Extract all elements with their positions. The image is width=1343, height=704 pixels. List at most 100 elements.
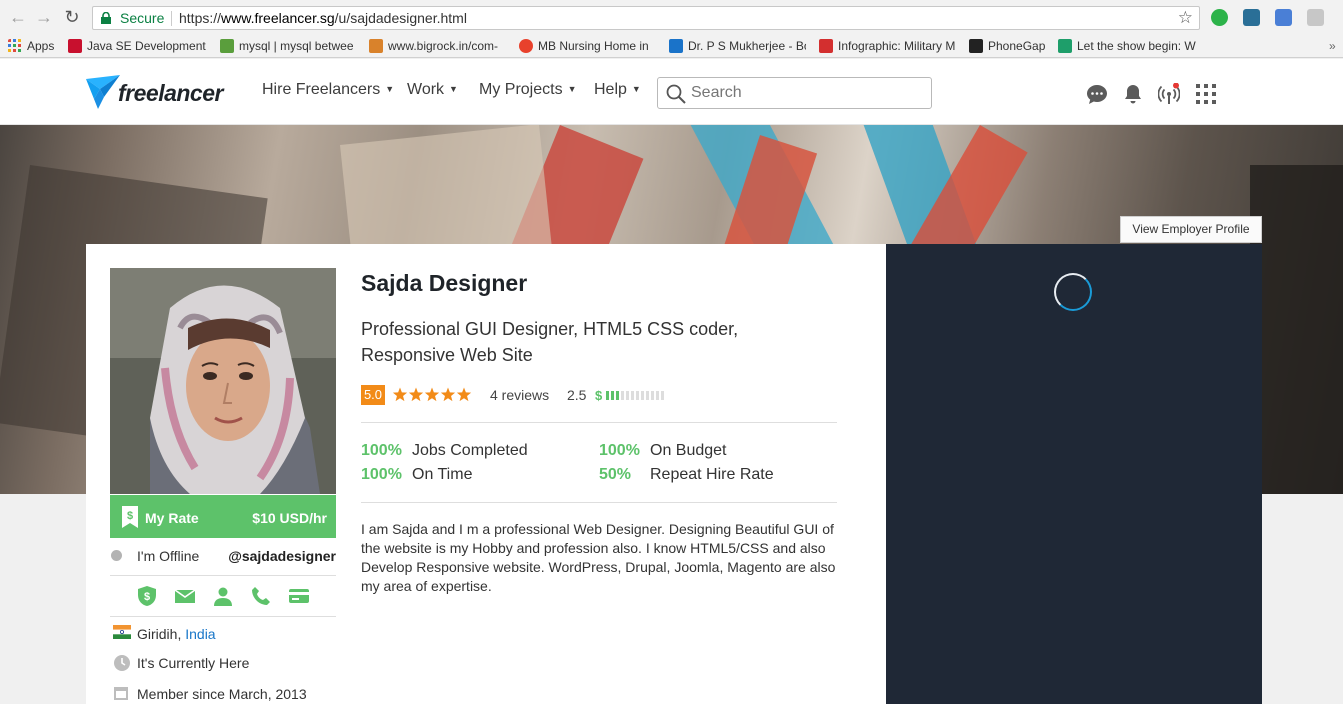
- favicon-icon: [519, 39, 533, 53]
- divider: [110, 575, 336, 576]
- earnings-bar: [641, 391, 644, 400]
- star-icon: [424, 387, 440, 402]
- menu-work[interactable]: Work ▼: [407, 81, 458, 99]
- divider: [110, 616, 336, 617]
- search-box[interactable]: [657, 77, 932, 109]
- freelancer-logo[interactable]: freelancer: [86, 75, 236, 111]
- earnings-bar: [606, 391, 609, 400]
- menu-my-projects[interactable]: My Projects ▼: [479, 81, 577, 99]
- local-time-text: It's Currently Here: [137, 655, 250, 671]
- earnings-bar: [651, 391, 654, 400]
- star-icon: [440, 387, 456, 402]
- rating-stars: [392, 387, 472, 402]
- back-icon[interactable]: ←: [8, 7, 28, 27]
- earnings-bar: [611, 391, 614, 400]
- view-employer-profile-button[interactable]: View Employer Profile: [1120, 216, 1262, 243]
- favicon-icon: [669, 39, 683, 53]
- payment-verified-icon[interactable]: $: [136, 585, 158, 607]
- earnings-bar: [616, 391, 619, 400]
- bookmark-apps[interactable]: Apps: [8, 38, 54, 54]
- earnings-bar: [656, 391, 659, 400]
- bookmark-item[interactable]: Java SE Development: [68, 38, 208, 54]
- earnings-meter: $: [595, 388, 664, 402]
- clock-icon: [114, 655, 130, 671]
- lock-icon: [101, 12, 111, 24]
- bookmarks-overflow-icon[interactable]: »: [1329, 38, 1336, 54]
- extension-check-icon[interactable]: [1211, 9, 1228, 26]
- secure-label: Secure: [120, 10, 165, 26]
- messages-icon[interactable]: [1086, 83, 1108, 105]
- logo-text: freelancer: [118, 80, 223, 106]
- dollar-icon: $: [595, 388, 603, 402]
- notifications-bell-icon[interactable]: [1122, 83, 1144, 105]
- svg-text:$: $: [127, 510, 133, 522]
- bookmark-item[interactable]: PhoneGap: [969, 38, 1045, 54]
- extension-icon[interactable]: [1243, 9, 1260, 26]
- earnings-score: 2.5: [567, 387, 587, 403]
- hourly-rate-bar: $ My Rate $10 USD/hr: [110, 495, 336, 538]
- url-text: https://www.freelancer.sg/u/sajdadesigne…: [179, 10, 467, 26]
- location-city: Giridih,: [137, 626, 186, 642]
- earnings-bar: [621, 391, 624, 400]
- bookmark-item[interactable]: mysql | mysql betwee: [220, 38, 355, 54]
- apps-grid-icon: [8, 39, 21, 52]
- bookmark-item[interactable]: MB Nursing Home in: [519, 38, 654, 54]
- favicon-icon: [369, 39, 383, 53]
- activity-feed-icon[interactable]: [1158, 83, 1180, 105]
- loading-spinner-icon: [1054, 273, 1092, 311]
- phone-verified-icon[interactable]: [250, 585, 272, 607]
- caret-down-icon: ▼: [385, 84, 395, 94]
- email-verified-icon[interactable]: [174, 585, 196, 607]
- browser-toolbar: ← → ↻ Secure https://www.freelancer.sg/u…: [0, 0, 1343, 34]
- profile-tagline: Professional GUI Designer, HTML5 CSS cod…: [361, 319, 739, 365]
- address-bar[interactable]: Secure https://www.freelancer.sg/u/sajda…: [92, 6, 1200, 30]
- earnings-bar: [646, 391, 649, 400]
- search-icon: [666, 84, 686, 104]
- bookmarks-bar: Apps Java SE Development mysql | mysql b…: [0, 34, 1343, 58]
- location-country-link[interactable]: India: [185, 626, 215, 642]
- price-tag-icon: $: [122, 506, 138, 528]
- divider: [361, 502, 837, 503]
- rate-label: My Rate: [145, 510, 199, 526]
- rate-value: $10 USD/hr: [252, 510, 327, 526]
- profile-photo: [110, 268, 336, 494]
- reviews-count[interactable]: 4 reviews: [490, 387, 549, 403]
- profile-icon[interactable]: [1307, 9, 1324, 26]
- menu-hire-freelancers[interactable]: Hire Freelancers ▼: [262, 81, 394, 99]
- freelancer-bird-icon: [86, 75, 120, 109]
- profile-verified-icon[interactable]: [212, 585, 234, 607]
- earnings-bar: [631, 391, 634, 400]
- caret-down-icon: ▼: [449, 84, 458, 94]
- side-panel: [886, 244, 1262, 704]
- earnings-bar: [661, 391, 664, 400]
- bookmark-item[interactable]: Dr. P S Mukherjee - Bo: [669, 38, 806, 54]
- caret-down-icon: ▼: [631, 84, 641, 94]
- menu-help[interactable]: Help ▼: [594, 81, 641, 99]
- avatar: [110, 268, 336, 494]
- search-input[interactable]: [691, 83, 921, 103]
- rating-badge: 5.0: [361, 385, 385, 405]
- favicon-icon: [220, 39, 234, 53]
- reload-icon[interactable]: ↻: [62, 7, 82, 27]
- favicon-icon: [969, 39, 983, 53]
- site-header: freelancer Hire Freelancers ▼ Work ▼ My Pr…: [0, 59, 1343, 125]
- bookmark-star-icon[interactable]: ☆: [1178, 7, 1193, 29]
- svg-text:$: $: [144, 591, 150, 603]
- star-icon: [456, 387, 472, 402]
- bookmark-item[interactable]: www.bigrock.in/com-: [369, 38, 507, 54]
- bookmark-item[interactable]: Infographic: Military M: [819, 38, 957, 54]
- extension-icon[interactable]: [1275, 9, 1292, 26]
- forward-icon[interactable]: →: [34, 7, 54, 27]
- favicon-icon: [1058, 39, 1072, 53]
- bookmark-item[interactable]: Let the show begin: W: [1058, 38, 1196, 54]
- online-status: I'm Offline @sajdadesigner: [110, 546, 336, 566]
- earnings-bar: [626, 391, 629, 400]
- status-text: I'm Offline: [137, 548, 200, 564]
- member-since-text: Member since March, 2013: [137, 686, 307, 702]
- favicon-icon: [819, 39, 833, 53]
- apps-menu-icon[interactable]: [1195, 83, 1217, 105]
- star-icon: [392, 387, 408, 402]
- payment-card-verified-icon[interactable]: [288, 585, 310, 607]
- divider: [361, 422, 837, 423]
- star-icon: [408, 387, 424, 402]
